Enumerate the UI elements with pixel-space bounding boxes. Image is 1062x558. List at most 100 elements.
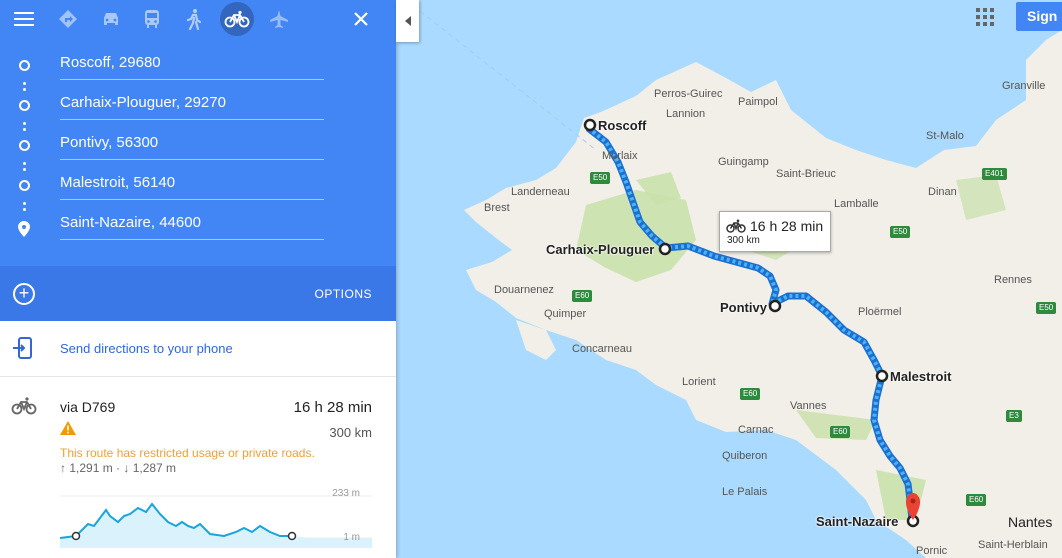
elevation-max-label: 233 m [332,488,360,499]
bike-icon [224,10,250,28]
place-label: St-Malo [926,130,964,142]
route-warning-text: This route has restricted usage or priva… [60,446,315,460]
walk-icon [186,9,202,30]
waypoint-input-4[interactable]: Malestroit, 56140 [60,170,324,200]
route-distance: 300 km [329,425,372,440]
send-directions-link[interactable]: Send directions to your phone [60,341,233,356]
waypoint-row: Carhaix-Plouguer, 29270 [0,86,396,126]
directions-mode-button[interactable] [51,2,85,36]
car-icon [104,13,118,25]
place-label: Saint-Brieuc [776,168,836,180]
waypoint-row: Saint-Nazaire, 44600 [0,206,396,246]
bike-mode-button[interactable] [220,2,254,36]
directions-icon [59,10,77,28]
elevation-end-marker [287,531,297,541]
place-label: Dinan [928,186,957,198]
transit-icon [145,10,159,28]
sign-in-button[interactable]: Sign in [1016,2,1062,31]
waypoint-label: Malestroit [890,369,952,384]
waypoint-row: Malestroit, 56140 [0,166,396,206]
place-label: Nantes [1008,514,1053,530]
destination-pin-icon [18,221,30,237]
waypoint-input-5[interactable]: Saint-Nazaire, 44600 [60,210,324,240]
place-label: Rennes [994,274,1032,286]
place-label: Brest [484,202,510,214]
bike-icon [726,219,746,233]
place-label: Ploërmel [858,306,902,318]
map-land [405,0,1062,558]
send-to-phone-icon [13,337,32,359]
road-shield: E401 [982,168,1007,180]
place-label: Carnac [738,424,774,436]
place-label: Lamballe [834,198,879,210]
route-via-label: via D769 [60,399,116,415]
place-label: Saint-Herblain [978,539,1048,551]
place-label: Le Palais [722,486,768,498]
road-shield: E50 [1036,302,1057,314]
place-label: Quiberon [722,450,768,462]
road-shield: E60 [740,388,761,400]
road-shield: E60 [572,290,593,302]
waypoint-input-3[interactable]: Pontivy, 56300 [60,130,324,160]
add-destination-button[interactable]: + [13,283,35,305]
place-label: Vannes [790,400,827,412]
place-label: Lorient [682,376,716,388]
waypoint-dot-icon [19,60,30,71]
road-shield: E3 [1006,410,1022,422]
callout-distance: 300 km [727,235,760,246]
place-label: Pornic [916,545,948,557]
menu-button[interactable] [7,2,41,36]
directions-header: Roscoff, 29680 Carhaix-Plouguer, 29270 P… [0,0,396,321]
waypoint-dot-icon [19,140,30,151]
road-shield: E60 [966,494,987,506]
maps-app: Roscoff, 29680 Carhaix-Plouguer, 29270 P… [0,0,1062,558]
close-icon [354,12,368,26]
close-directions-button[interactable] [344,2,378,36]
waypoint-row: Roscoff, 29680 [0,46,396,86]
waypoint-label: Saint-Nazaire [816,514,899,529]
collapse-panel-button[interactable] [396,0,419,42]
map-canvas[interactable]: Perros-Guirec Lannion Paimpol Morlaix Gu… [396,0,1062,558]
waypoint-label: Carhaix-Plouguer [546,242,655,257]
road-shield: E60 [830,426,851,438]
options-button[interactable]: OPTIONS [314,287,372,301]
elevation-summary: ↑ 1,291 m · ↓ 1,287 m [60,461,177,475]
road-shield: E50 [890,226,911,238]
place-label: Perros-Guirec [654,88,723,100]
place-label: Concarneau [572,343,632,355]
walk-mode-button[interactable] [177,2,211,36]
flight-mode-button[interactable] [262,2,296,36]
travel-mode-bar [0,0,396,40]
send-to-phone-row[interactable]: Send directions to your phone [0,321,396,377]
waypoint-row: Pontivy, 56300 [0,126,396,166]
place-label: Paimpol [738,96,778,108]
apps-grid-icon[interactable] [974,6,996,28]
elevation-chart [60,495,372,548]
options-bar: + OPTIONS [0,266,396,321]
elevation-start-marker [71,531,81,541]
waypoint-dot-icon [19,100,30,111]
place-label: Quimper [544,308,587,320]
callout-duration: 16 h 28 min [750,218,824,234]
road-shield: E50 [590,172,611,184]
elevation-min-label: 1 m [343,532,360,543]
caret-left-icon [404,16,411,26]
route-info-callout[interactable]: 16 h 28 min 300 km [719,211,831,252]
place-label: Lannion [666,108,706,120]
car-mode-button[interactable] [94,2,128,36]
waypoint-label: Pontivy [720,300,767,315]
route-duration: 16 h 28 min [293,399,372,416]
place-label: Granville [1002,80,1046,92]
place-label: Morlaix [602,150,638,162]
waypoint-input-1[interactable]: Roscoff, 29680 [60,50,324,80]
flight-icon [270,10,288,28]
warning-icon [60,421,76,435]
transit-mode-button[interactable] [135,2,169,36]
waypoint-dot-icon [19,180,30,191]
directions-panel: Roscoff, 29680 Carhaix-Plouguer, 29270 P… [0,0,396,558]
menu-icon [14,12,34,26]
route-card[interactable]: via D769 16 h 28 min 300 km This route h… [0,378,396,558]
place-label: Douarnenez [494,284,554,296]
waypoint-label: Roscoff [598,118,647,133]
waypoint-input-2[interactable]: Carhaix-Plouguer, 29270 [60,90,324,120]
